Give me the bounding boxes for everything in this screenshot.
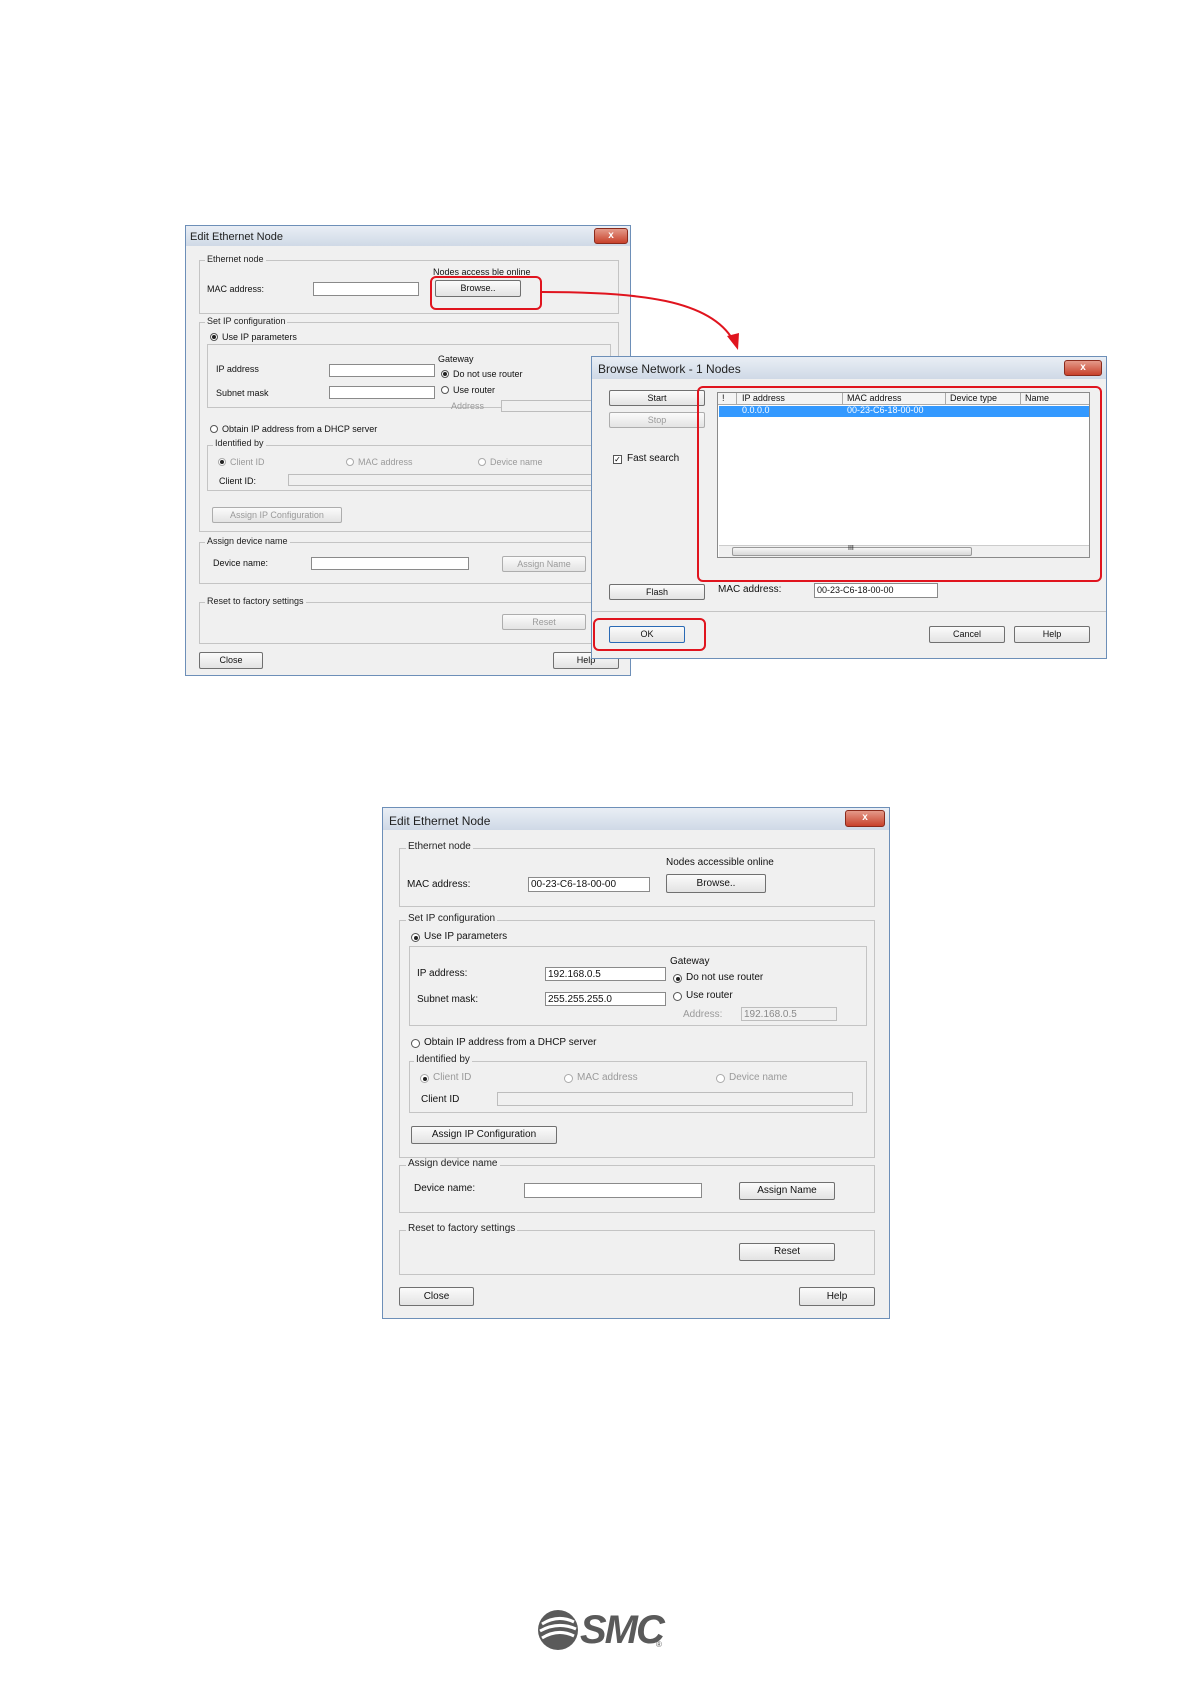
client-id-radio[interactable] [420, 1074, 429, 1083]
device-name-radio-label: Device name [729, 1072, 788, 1083]
reset-button[interactable]: Reset [739, 1243, 835, 1261]
ip-address-input[interactable]: 192.168.0.5 [545, 967, 666, 981]
dhcp-radio[interactable] [411, 1039, 420, 1048]
smc-logo: SMC ® [536, 1606, 666, 1656]
no-router-label: Do not use router [686, 972, 764, 983]
mac-radio-label: MAC address [577, 1072, 638, 1083]
edit-ethernet-node-dialog-large: Edit Ethernet Node x Ethernet node MAC a… [382, 807, 890, 1319]
ip-config-label: Set IP configuration [406, 913, 498, 924]
router-address-input[interactable]: 192.168.0.5 [741, 1007, 837, 1021]
assign-name-label: Assign device name [406, 1158, 500, 1169]
dhcp-label: Obtain IP address from a DHCP server [424, 1037, 597, 1048]
mac-address-input[interactable]: 00-23-C6-18-00-00 [528, 877, 650, 892]
mac-radio[interactable] [564, 1074, 573, 1083]
device-name-label: Device name: [414, 1183, 476, 1194]
reset-label: Reset to factory settings [406, 1223, 518, 1234]
dialog-title: Edit Ethernet Node [389, 814, 491, 828]
use-router-radio[interactable] [673, 992, 682, 1001]
use-ip-label: Use IP parameters [424, 931, 508, 942]
device-name-input[interactable] [524, 1183, 702, 1198]
client-id-label: Client ID [421, 1094, 460, 1105]
gateway-label: Gateway [670, 956, 710, 967]
close-button[interactable]: Close [399, 1287, 474, 1306]
use-router-label: Use router [686, 990, 733, 1001]
mac-address-label: MAC address: [407, 879, 471, 890]
nodes-online-label: Nodes accessible online [666, 857, 774, 868]
subnet-mask-label: Subnet mask: [417, 994, 479, 1005]
smc-swirl-icon [538, 1610, 578, 1650]
router-address-label: Address: [683, 1009, 723, 1020]
client-id-input[interactable] [497, 1092, 853, 1106]
identified-by-label: Identified by [414, 1054, 472, 1065]
assign-name-button[interactable]: Assign Name [739, 1182, 835, 1200]
ip-address-label: IP address: [417, 968, 468, 979]
use-ip-radio[interactable] [411, 933, 420, 942]
registered-mark: ® [656, 1640, 662, 1649]
device-name-radio[interactable] [716, 1074, 725, 1083]
help-button[interactable]: Help [799, 1287, 875, 1306]
no-router-radio[interactable] [673, 974, 682, 983]
browse-button[interactable]: Browse.. [666, 874, 766, 893]
subnet-mask-input[interactable]: 255.255.255.0 [545, 992, 666, 1006]
assign-ip-button[interactable]: Assign IP Configuration [411, 1126, 557, 1144]
close-icon[interactable]: x [845, 810, 885, 827]
smc-logo-text: SMC [580, 1608, 665, 1652]
client-id-radio-label: Client ID [433, 1072, 472, 1083]
ethernet-node-label: Ethernet node [406, 841, 473, 852]
